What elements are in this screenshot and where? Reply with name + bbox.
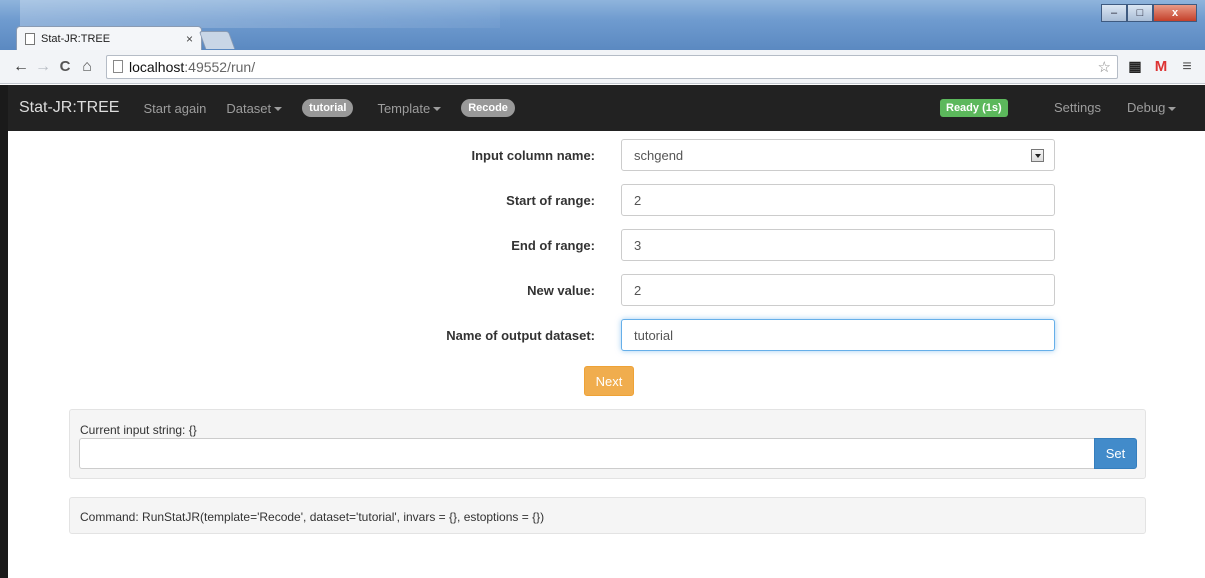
window-titlebar: Stat-JR:TREE × – □ x — [0, 0, 1205, 50]
caret-down-icon — [274, 107, 283, 112]
start-range-input[interactable] — [621, 184, 1055, 216]
input-string-group: Set — [79, 438, 1138, 469]
url-path: :49552/run/ — [184, 58, 256, 75]
template-badge: Recode — [461, 99, 515, 117]
form-row-start-range: Start of range: — [0, 184, 1205, 218]
caret-down-icon — [433, 107, 442, 112]
reload-icon[interactable]: C — [54, 58, 76, 75]
form-row-end-range: End of range: — [0, 229, 1205, 263]
command-panel: Command: RunStatJR(template='Recode', da… — [69, 497, 1146, 534]
extension-grid-icon[interactable]: ▦ — [1126, 58, 1144, 76]
form-row-input-column: Input column name: schgend — [0, 139, 1205, 173]
browser-toolbar: ← → C ⌂ localhost:49552/run/ ☆ ▦ M ≡ — [0, 50, 1205, 84]
output-dataset-input[interactable] — [621, 319, 1055, 351]
brand[interactable]: Stat-JR:TREE — [19, 99, 119, 117]
dropdown-arrow-icon[interactable] — [1031, 149, 1044, 162]
start-range-label: Start of range: — [506, 193, 595, 208]
menu-icon[interactable]: ≡ — [1178, 58, 1196, 76]
next-button[interactable]: Next — [584, 366, 634, 396]
close-window-button[interactable]: x — [1153, 4, 1197, 22]
nav-debug-label: Debug — [1127, 100, 1166, 115]
background-tabs — [20, 0, 500, 28]
minimize-button[interactable]: – — [1101, 4, 1127, 22]
maximize-button[interactable]: □ — [1127, 4, 1153, 22]
command-text: Command: RunStatJR(template='Recode', da… — [80, 510, 545, 524]
set-button[interactable]: Set — [1094, 438, 1137, 469]
nav-template-dropdown[interactable]: Template — [377, 100, 442, 116]
input-string-field[interactable] — [79, 438, 1095, 469]
home-icon[interactable]: ⌂ — [76, 58, 98, 76]
nav-settings[interactable]: Settings — [1054, 100, 1101, 115]
page-icon — [113, 60, 123, 73]
caret-down-icon — [1168, 106, 1177, 111]
browser-tab[interactable]: Stat-JR:TREE × — [16, 26, 202, 50]
form-row-output-dataset: Name of output dataset: — [0, 319, 1205, 353]
input-string-panel: Current input string: {} Set — [69, 409, 1146, 479]
nav-debug-dropdown[interactable]: Debug — [1127, 100, 1177, 115]
input-column-select[interactable]: schgend — [621, 139, 1055, 171]
output-dataset-label: Name of output dataset: — [446, 328, 595, 343]
new-value-label: New value: — [527, 283, 595, 298]
end-range-input[interactable] — [621, 229, 1055, 261]
nav-dataset-dropdown[interactable]: Dataset — [226, 100, 283, 116]
back-arrow-icon[interactable]: ← — [10, 58, 32, 76]
new-value-input[interactable] — [621, 274, 1055, 306]
address-bar[interactable]: localhost:49552/run/ ☆ — [106, 54, 1118, 79]
input-column-label: Input column name: — [471, 148, 596, 163]
window-controls: – □ x — [1101, 4, 1197, 22]
url-host: localhost — [129, 58, 185, 75]
gmail-icon[interactable]: M — [1152, 58, 1170, 76]
app-navbar: Stat-JR:TREE Start again Dataset tutoria… — [8, 85, 1205, 131]
input-column-value: schgend — [634, 147, 684, 163]
bookmark-star-icon[interactable]: ☆ — [1098, 58, 1111, 76]
form-row-new-value: New value: — [0, 274, 1205, 308]
nav-dataset-label: Dataset — [226, 100, 272, 116]
dataset-badge: tutorial — [302, 99, 354, 117]
end-range-label: End of range: — [511, 238, 595, 253]
nav-start-again[interactable]: Start again — [143, 101, 206, 116]
forward-arrow-icon[interactable]: → — [32, 58, 54, 76]
document-icon — [25, 32, 35, 45]
tab-close-icon[interactable]: × — [186, 32, 193, 46]
status-badge: Ready (1s) — [940, 99, 1008, 117]
nav-template-label: Template — [377, 100, 431, 116]
new-tab-button[interactable] — [198, 31, 236, 49]
input-string-label: Current input string: {} — [80, 423, 197, 437]
tab-title: Stat-JR:TREE — [41, 32, 111, 45]
